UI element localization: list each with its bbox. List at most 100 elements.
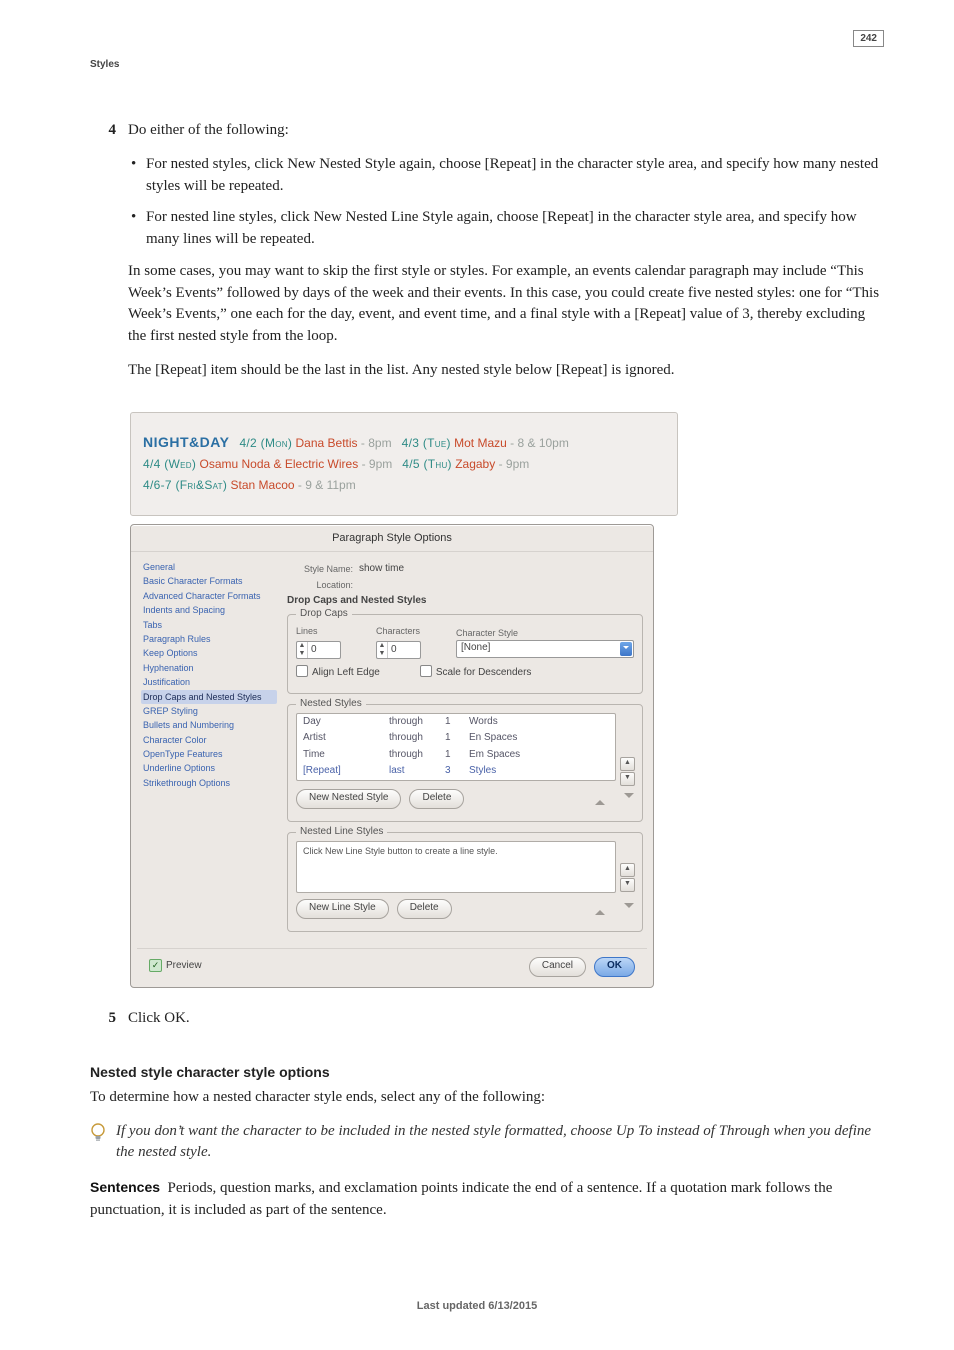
step4-bullet-1: For nested styles, click New Nested Styl…	[128, 154, 884, 208]
preview-checkbox[interactable]: ✓Preview	[149, 959, 202, 974]
figure: NIGHT&DAY 4/2 (Mon) Dana Bettis - 8pm 4/…	[130, 412, 884, 988]
category-item[interactable]: Drop Caps and Nested Styles	[141, 690, 277, 704]
subheading-intro: To determine how a nested character styl…	[90, 1087, 884, 1109]
step-number-5: 5	[90, 1008, 128, 1042]
step4-para-2: The [Repeat] item should be the last in …	[128, 360, 884, 382]
nested-line-styles-list[interactable]: Click New Line Style button to create a …	[296, 841, 616, 893]
category-item[interactable]: Strikethrough Options	[141, 776, 277, 790]
reorder-up-icon[interactable]	[595, 795, 605, 805]
lightbulb-icon	[90, 1121, 108, 1165]
dialog-title: Paragraph Style Options	[131, 525, 653, 552]
category-list[interactable]: GeneralBasic Character FormatsAdvanced C…	[141, 560, 277, 942]
characters-value: 0	[388, 643, 420, 658]
char-style-dropdown[interactable]: [None]	[456, 640, 634, 658]
sentences-label: Sentences	[90, 1179, 160, 1195]
category-item[interactable]: OpenType Features	[141, 747, 277, 761]
category-item[interactable]: Tabs	[141, 618, 277, 632]
reorder-down-icon[interactable]	[624, 793, 634, 803]
category-item[interactable]: GREP Styling	[141, 704, 277, 718]
reorder-up-icon[interactable]	[595, 905, 605, 915]
step-number-4: 4	[90, 120, 128, 394]
step4-bullet-2: For nested line styles, click New Nested…	[128, 207, 884, 261]
category-item[interactable]: Hyphenation	[141, 661, 277, 675]
sample-time: - 8pm	[361, 436, 392, 450]
category-item[interactable]: Paragraph Rules	[141, 632, 277, 646]
sentences-definition: Sentences Periods, question marks, and e…	[90, 1178, 884, 1222]
align-left-edge-checkbox[interactable]: Align Left Edge	[296, 665, 380, 681]
char-style-label: Character Style	[456, 627, 634, 640]
body: 4 Do either of the following: For nested…	[90, 120, 884, 1222]
category-item[interactable]: Underline Options	[141, 761, 277, 775]
new-nested-style-button[interactable]: New Nested Style	[296, 789, 401, 809]
location-label: Location:	[287, 579, 353, 592]
sample-artist: Osamu Noda & Electric Wires	[200, 457, 359, 471]
move-down-button[interactable]: ▼	[620, 772, 635, 786]
step4-lead: Do either of the following:	[128, 120, 884, 142]
nested-style-row[interactable]: Timethrough1Em Spaces	[297, 747, 615, 764]
step4-para-1: In some cases, you may want to skip the …	[128, 261, 884, 348]
drop-caps-group: Drop Caps Lines ▲▼ 0	[287, 614, 643, 694]
sample-artist: Mot Mazu	[454, 436, 507, 450]
tip-text: If you don’t want the character to be in…	[116, 1121, 884, 1165]
scale-descenders-checkbox[interactable]: Scale for Descenders	[420, 665, 532, 681]
sample-time: - 8 & 10pm	[510, 436, 569, 450]
sample-artist: Dana Bettis	[296, 436, 358, 450]
category-item[interactable]: Keep Options	[141, 646, 277, 660]
sample-time: - 9 & 11pm	[298, 478, 356, 492]
characters-label: Characters	[376, 625, 436, 638]
step5-text: Click OK.	[128, 1008, 884, 1030]
lines-value: 0	[308, 643, 340, 658]
category-item[interactable]: Indents and Spacing	[141, 603, 277, 617]
page-footer: Last updated 6/13/2015	[0, 1300, 954, 1312]
category-item[interactable]: Justification	[141, 675, 277, 689]
subheading: Nested style character style options	[90, 1063, 884, 1083]
category-item[interactable]: Bullets and Numbering	[141, 718, 277, 732]
move-up-button[interactable]: ▲	[620, 757, 635, 771]
delete-nested-style-button[interactable]: Delete	[409, 789, 464, 809]
drop-caps-legend: Drop Caps	[296, 607, 352, 622]
delete-line-style-button[interactable]: Delete	[397, 899, 452, 919]
ok-button[interactable]: OK	[594, 957, 635, 977]
sample-day: 4/6-7 (Fri&Sat)	[143, 478, 227, 492]
section-label: Styles	[90, 60, 853, 70]
sample-artist: Stan Macoo	[231, 478, 295, 492]
page-number: 242	[853, 30, 884, 47]
char-style-value: [None]	[461, 641, 490, 656]
preview-label: Preview	[166, 960, 202, 971]
lines-label: Lines	[296, 625, 356, 638]
paragraph-style-options-dialog: Paragraph Style Options GeneralBasic Cha…	[130, 524, 654, 988]
panel-title: Drop Caps and Nested Styles	[287, 594, 643, 609]
align-left-edge-label: Align Left Edge	[312, 667, 380, 678]
cancel-button[interactable]: Cancel	[529, 957, 586, 977]
nested-style-row[interactable]: Daythrough1Words	[297, 714, 615, 731]
sample-artist: Zagaby	[455, 457, 495, 471]
tip-block: If you don’t want the character to be in…	[90, 1121, 884, 1165]
style-name-label: Style Name:	[287, 563, 353, 576]
sample-time: - 9pm	[499, 457, 530, 471]
sample-day: 4/2 (Mon)	[239, 436, 292, 450]
move-up-button[interactable]: ▲	[620, 863, 635, 877]
nested-styles-list[interactable]: Daythrough1WordsArtistthrough1En SpacesT…	[296, 713, 616, 781]
nested-style-row[interactable]: [Repeat]last3Styles	[297, 763, 615, 780]
page-header: Styles 242	[90, 60, 884, 70]
sample-day: 4/3 (Tue)	[402, 436, 451, 450]
characters-stepper[interactable]: ▲▼ 0	[376, 641, 421, 659]
category-item[interactable]: Basic Character Formats	[141, 574, 277, 588]
page: Styles 242 4 Do either of the following:…	[0, 0, 954, 1350]
move-down-button[interactable]: ▼	[620, 878, 635, 892]
category-item[interactable]: Advanced Character Formats	[141, 589, 277, 603]
lines-stepper[interactable]: ▲▼ 0	[296, 641, 341, 659]
nested-line-styles-legend: Nested Line Styles	[296, 825, 387, 840]
nested-styles-legend: Nested Styles	[296, 697, 366, 712]
scale-descenders-label: Scale for Descenders	[436, 667, 532, 678]
nested-style-row[interactable]: Artistthrough1En Spaces	[297, 730, 615, 747]
sample-day: 4/4 (Wed)	[143, 457, 196, 471]
reorder-down-icon[interactable]	[624, 903, 634, 913]
new-line-style-button[interactable]: New Line Style	[296, 899, 389, 919]
sample-day: 4/5 (Thu)	[402, 457, 452, 471]
sentences-text: Periods, question marks, and exclamation…	[90, 1180, 832, 1218]
category-item[interactable]: Character Color	[141, 733, 277, 747]
nested-line-styles-group: Nested Line Styles Click New Line Style …	[287, 832, 643, 932]
sample-title: NIGHT&DAY	[143, 434, 229, 450]
category-item[interactable]: General	[141, 560, 277, 574]
